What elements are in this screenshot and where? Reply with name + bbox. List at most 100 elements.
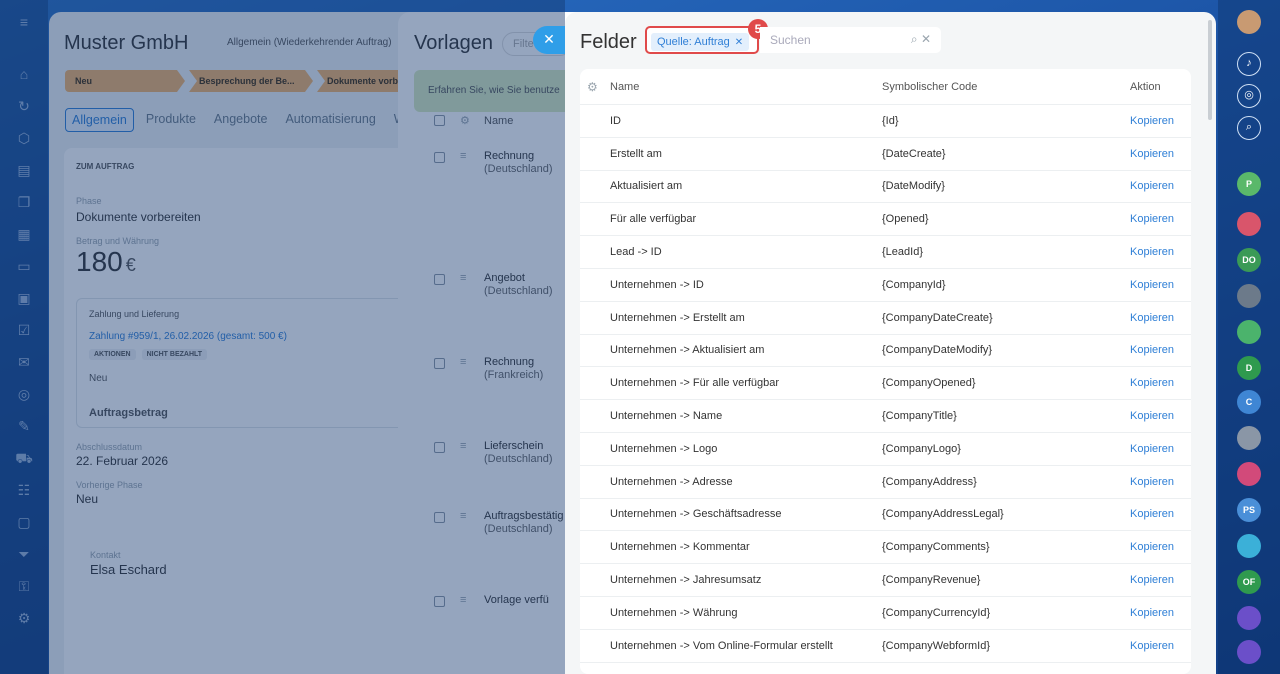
copy-link[interactable]: Kopieren	[1130, 574, 1174, 586]
table-row: ID {Id} Kopieren	[580, 105, 1191, 138]
field-name: Lead -> ID	[610, 246, 662, 259]
copy-link[interactable]: Kopieren	[1130, 377, 1174, 389]
copy-link[interactable]: Kopieren	[1130, 443, 1174, 455]
chat-avatar-p[interactable]: P	[1237, 172, 1261, 196]
copy-link[interactable]: Kopieren	[1130, 476, 1174, 488]
scrollbar[interactable]	[1208, 20, 1212, 120]
user-avatar[interactable]	[1237, 10, 1261, 34]
chat-avatar-card[interactable]	[1237, 320, 1261, 344]
table-row: Unternehmen -> ID {CompanyId} Kopieren	[580, 269, 1191, 302]
chat-avatar-purple[interactable]	[1237, 606, 1261, 630]
search-icon[interactable]: ⌕	[1237, 116, 1261, 140]
field-name: Unternehmen -> ID	[610, 278, 704, 291]
field-name: ID	[610, 114, 621, 127]
copy-link[interactable]: Kopieren	[1130, 508, 1174, 520]
field-code: {CompanyId}	[882, 278, 946, 291]
copy-link[interactable]: Kopieren	[1130, 148, 1174, 160]
field-name: Unternehmen -> Adresse	[610, 475, 733, 488]
overlay-dim	[0, 0, 565, 674]
field-code: {CompanyCurrencyId}	[882, 606, 991, 619]
table-row: Unternehmen -> Adresse {CompanyAddress} Ko…	[580, 466, 1191, 499]
field-name: Aktualisiert am	[610, 180, 683, 193]
field-name: Unternehmen -> Geschäftsadresse	[610, 508, 782, 521]
copy-link[interactable]: Kopieren	[1130, 213, 1174, 225]
table-body: ID {Id} Kopieren Erstellt am {DateCreate} Kop…	[580, 105, 1191, 663]
copy-link[interactable]: Kopieren	[1130, 344, 1174, 356]
copy-link[interactable]: Kopieren	[1130, 607, 1174, 619]
col-action-header: Aktion	[1130, 80, 1161, 93]
copy-link[interactable]: Kopieren	[1130, 640, 1174, 652]
table-row: Unternehmen -> Jahresumsatz {CompanyReven…	[580, 564, 1191, 597]
field-code: {CompanyRevenue}	[882, 574, 981, 587]
bell-icon[interactable]: ♪	[1237, 52, 1261, 76]
field-name: Erstellt am	[610, 147, 662, 160]
search-placeholder: Suchen	[770, 33, 811, 47]
chat-avatar-of[interactable]: OF	[1237, 570, 1261, 594]
chat-avatar-group[interactable]	[1237, 426, 1261, 450]
chat-avatar-c[interactable]: C	[1237, 390, 1261, 414]
table-row: Für alle verfügbar {Opened} Kopieren	[580, 203, 1191, 237]
filter-chip-box[interactable]: Quelle: Auftrag ✕	[645, 26, 759, 54]
fields-table: ⚙ Name Symbolischer Code Aktion ID {Id} Ko…	[580, 69, 1191, 674]
right-sidebar: ♪ ◎ ⌕ P DO D C PS OF	[1218, 0, 1280, 674]
field-code: {CompanyWebformId}	[882, 639, 991, 652]
field-name: Unternehmen -> Jahresumsatz	[610, 574, 762, 587]
fields-title: Felder	[580, 31, 637, 53]
field-code: {CompanyOpened}	[882, 377, 976, 390]
field-name: Unternehmen -> Aktualisiert am	[610, 344, 765, 357]
copy-link[interactable]: Kopieren	[1130, 115, 1174, 127]
close-slider-button[interactable]: ✕	[533, 26, 565, 54]
field-code: {DateCreate}	[882, 147, 946, 160]
field-name: Unternehmen -> Erstellt am	[610, 311, 745, 324]
table-row: Lead -> ID {LeadId} Kopieren	[580, 236, 1191, 269]
field-name: Unternehmen -> Für alle verfügbar	[610, 377, 780, 390]
field-code: {Opened}	[882, 213, 929, 226]
copy-link[interactable]: Kopieren	[1130, 246, 1174, 258]
field-name: Unternehmen -> Vom Online-Formular erste…	[610, 639, 833, 652]
col-code-header: Symbolischer Code	[882, 80, 978, 93]
field-code: {CompanyTitle}	[882, 410, 957, 423]
chat-avatar-do[interactable]: DO	[1237, 248, 1261, 272]
chat-avatar-purple-2[interactable]	[1237, 640, 1261, 664]
copy-link[interactable]: Kopieren	[1130, 279, 1174, 291]
field-code: {DateModify}	[882, 180, 945, 193]
field-name: Unternehmen -> Kommentar	[610, 541, 750, 554]
copilot-icon[interactable]: ◎	[1237, 84, 1261, 108]
copy-link[interactable]: Kopieren	[1130, 541, 1174, 553]
search-input[interactable]: Suchen ⌕ ✕	[760, 27, 941, 53]
copy-link[interactable]: Kopieren	[1130, 180, 1174, 192]
field-code: {LeadId}	[882, 246, 923, 259]
field-code: {Id}	[882, 114, 899, 127]
chat-avatar-message[interactable]	[1237, 534, 1261, 558]
fields-panel: Felder Quelle: Auftrag ✕ 5 Suchen ⌕ ✕ ⚙ N…	[565, 12, 1216, 674]
field-name: Für alle verfügbar	[610, 213, 697, 226]
table-row: Unternehmen -> Für alle verfügbar {Compan…	[580, 367, 1191, 401]
chat-avatar-red[interactable]	[1237, 212, 1261, 236]
chat-avatar-ps[interactable]: PS	[1237, 498, 1261, 522]
table-row: Unternehmen -> Aktualisiert am {CompanyDa…	[580, 335, 1191, 368]
table-header: ⚙ Name Symbolischer Code Aktion	[580, 69, 1191, 105]
search-icon[interactable]: ⌕ ✕	[911, 32, 931, 47]
chat-avatar-photo[interactable]	[1237, 284, 1261, 308]
copy-link[interactable]: Kopieren	[1130, 410, 1174, 422]
copy-link[interactable]: Kopieren	[1130, 312, 1174, 324]
gear-icon[interactable]: ⚙	[587, 80, 598, 94]
table-row: Unternehmen -> Vom Online-Formular erste…	[580, 630, 1191, 663]
chat-avatar-calendar[interactable]	[1237, 462, 1261, 486]
field-name: Unternehmen -> Logo	[610, 442, 718, 455]
table-row: Erstellt am {DateCreate} Kopieren	[580, 138, 1191, 171]
table-row: Unternehmen -> Geschäftsadresse {CompanyA…	[580, 499, 1191, 532]
table-row: Unternehmen -> Kommentar {CompanyComments…	[580, 531, 1191, 565]
field-name: Unternehmen -> Name	[610, 410, 723, 423]
field-code: {CompanyDateModify}	[882, 344, 993, 357]
field-code: {CompanyAddress}	[882, 475, 977, 488]
filter-chip-label: Quelle: Auftrag	[657, 36, 730, 48]
field-code: {CompanyComments}	[882, 541, 990, 554]
filter-chip[interactable]: Quelle: Auftrag ✕	[651, 33, 750, 51]
table-row: Unternehmen -> Logo {CompanyLogo} Kopieren	[580, 433, 1191, 466]
field-name: Unternehmen -> Währung	[610, 606, 738, 619]
chat-avatar-d[interactable]: D	[1237, 356, 1261, 380]
table-row: Aktualisiert am {DateModify} Kopieren	[580, 171, 1191, 204]
remove-filter-icon[interactable]: ✕	[735, 37, 743, 48]
col-name-header: Name	[610, 80, 640, 93]
